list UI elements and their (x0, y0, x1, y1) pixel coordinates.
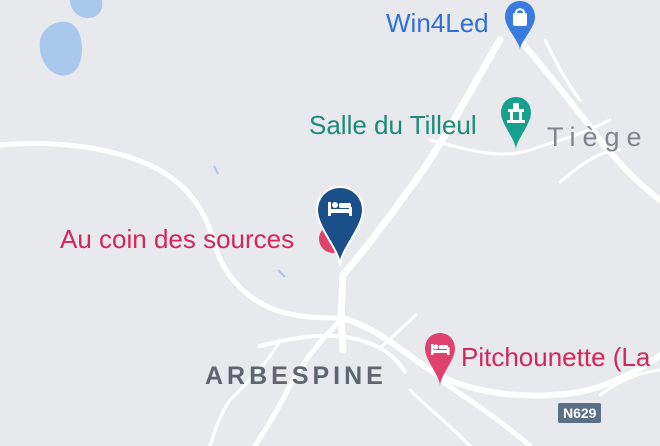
poi-label-au-coin-des-sources[interactable]: Au coin des sources (60, 226, 294, 252)
lake-small (70, 0, 103, 18)
place-label-tiege: Tiège (547, 122, 649, 152)
poi-label-pitchounette[interactable]: Pitchounette (La (461, 344, 650, 370)
poi-label-win4led[interactable]: Win4Led (386, 10, 489, 36)
place-label-arbespine: ARBESPINE (205, 362, 387, 390)
road-south-2 (208, 338, 282, 446)
road-branch-se (408, 388, 472, 446)
selected-pin-icon[interactable] (314, 184, 366, 270)
map-canvas[interactable]: Win4Led Salle du Tilleul Tiège Au coin d… (0, 0, 660, 446)
shopping-bag-icon[interactable] (503, 0, 537, 52)
road-shield-n629: N629 (558, 403, 602, 423)
stream-1 (213, 165, 219, 175)
hotel-bed-icon[interactable] (423, 332, 457, 388)
stream-2 (277, 269, 286, 278)
lake (39, 21, 82, 76)
poi-label-salle-du-tilleul[interactable]: Salle du Tilleul (309, 112, 477, 138)
landmark-icon[interactable] (499, 96, 533, 152)
road-branch-ne (378, 313, 418, 350)
road-northeast (517, 37, 660, 203)
